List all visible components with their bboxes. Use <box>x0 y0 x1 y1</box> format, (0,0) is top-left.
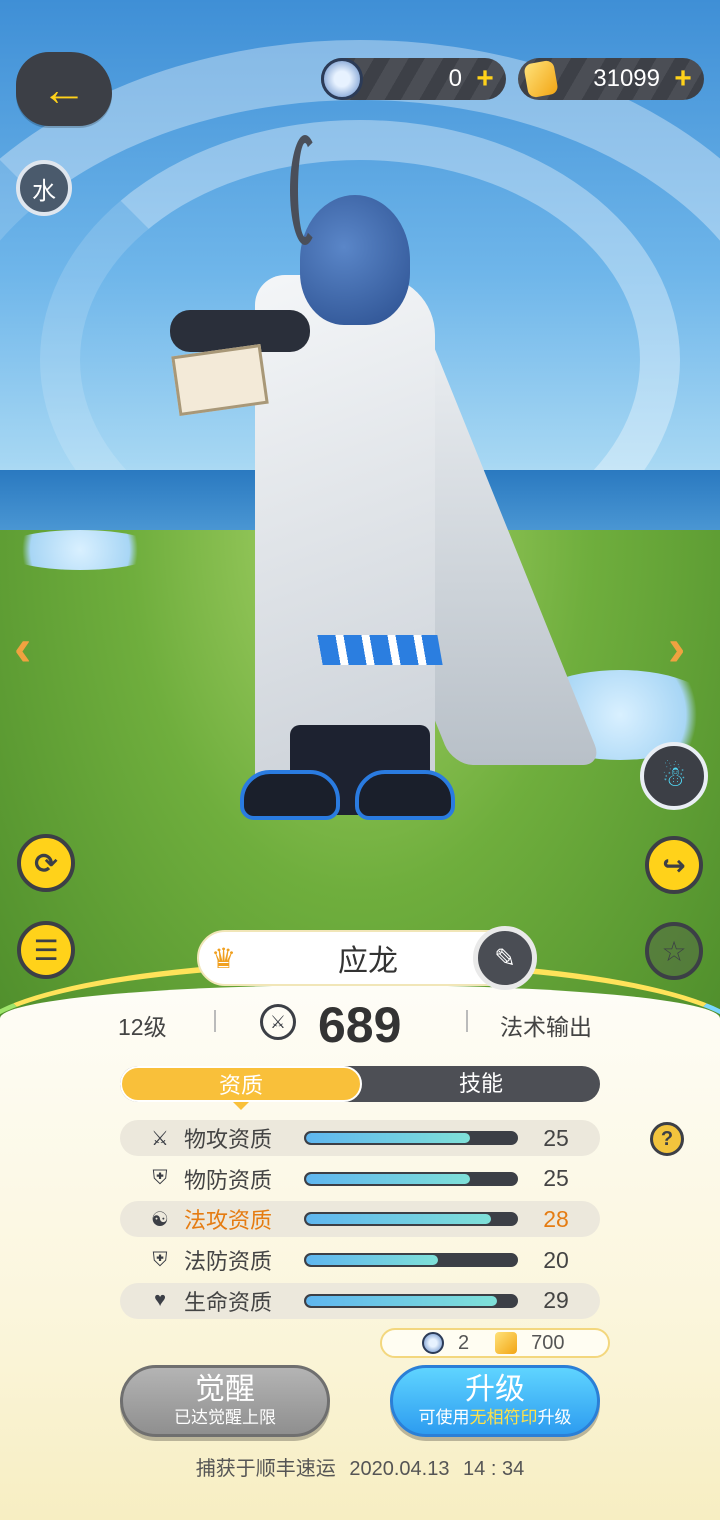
stat-bar-fill <box>306 1255 439 1266</box>
favorite-button[interactable]: ☆ <box>645 922 703 980</box>
stat-bar <box>304 1131 518 1145</box>
stat-bar-fill <box>306 1173 470 1184</box>
stat-row-physical-attack: ⚔ 物攻资质 25 <box>120 1120 600 1156</box>
stat-bar-fill <box>306 1133 470 1143</box>
back-arrow-icon: ← <box>41 63 87 115</box>
pencil-icon: ✎ <box>494 942 516 973</box>
magic-shield-icon: ⛨ <box>152 1248 168 1271</box>
pet-level: 12级 <box>118 1014 167 1040</box>
add-gems-button[interactable]: + <box>470 62 500 96</box>
awaken-button[interactable]: 觉醒 已达觉醒上限 <box>120 1365 330 1437</box>
stat-value: 25 <box>543 1165 569 1192</box>
upgrade-sub-suffix: 升级 <box>537 1408 572 1427</box>
upgrade-button[interactable]: 升级 可使用无相符印升级 <box>390 1365 600 1437</box>
stat-bar <box>304 1293 518 1308</box>
capture-date: 2020.04.13 <box>349 1458 450 1480</box>
add-gold-button[interactable]: + <box>668 62 698 96</box>
tab-skills[interactable]: 技能 <box>362 1066 600 1102</box>
stat-row-magic-attack: ☯ 法攻资质 28 <box>120 1201 600 1238</box>
stat-label: 法防资质 <box>184 1249 273 1275</box>
star-icon: ☆ <box>661 935 687 967</box>
stat-value: 28 <box>543 1205 569 1232</box>
stat-bar <box>304 1171 518 1186</box>
refresh-icon: ⟳ <box>34 847 58 879</box>
combat-power-value: 689 <box>318 997 402 1053</box>
awaken-sublabel: 已达觉醒上限 <box>174 1408 276 1427</box>
gold-cost: 700 <box>531 1331 565 1354</box>
gem-cost: 2 <box>458 1331 470 1354</box>
cat-spirit-icon: ☃ <box>661 760 687 792</box>
gem-count: 0 <box>448 65 462 92</box>
upgrade-sublabel: 可使用无相符印升级 <box>419 1407 572 1429</box>
pet-detail-tabs: 资质 技能 <box>120 1066 600 1110</box>
stat-label: 物攻资质 <box>184 1127 273 1152</box>
pet-character-model[interactable] <box>160 125 603 835</box>
next-pet-arrow[interactable]: › <box>668 618 685 678</box>
stat-row-physical-defense: ⛨ 物防资质 25 <box>120 1161 600 1197</box>
gem-currency-pill: 0 + <box>321 58 506 100</box>
rename-button[interactable]: ✎ <box>473 926 537 990</box>
gold-coin-icon <box>523 59 559 99</box>
stat-label: 生命资质 <box>184 1289 273 1315</box>
gold-count: 31099 <box>593 65 660 92</box>
character-boot-right <box>355 770 455 820</box>
stat-label: 物防资质 <box>184 1167 273 1193</box>
heart-icon: ♥ <box>154 1289 166 1312</box>
capture-info: 捕获于顺丰速运 2020.04.13 14 : 34 <box>0 1452 720 1481</box>
help-button[interactable]: ? <box>650 1122 684 1156</box>
pet-form-button[interactable]: ☃ <box>640 742 708 810</box>
stat-value: 29 <box>543 1287 569 1314</box>
stat-label: 法攻资质 <box>184 1208 273 1234</box>
stat-bar <box>304 1212 518 1227</box>
gold-coin-icon <box>495 1332 518 1354</box>
magic-swirl-icon: ☯ <box>151 1208 169 1231</box>
gem-avatar-icon <box>422 1332 444 1354</box>
awaken-label: 觉醒 <box>195 1373 255 1406</box>
upgrade-label: 升级 <box>465 1373 525 1406</box>
stat-bar <box>304 1253 518 1268</box>
stat-row-magic-defense: ⛨ 法防资质 20 <box>120 1242 600 1278</box>
previous-pet-arrow[interactable]: ‹ <box>14 618 31 678</box>
stat-row-health: ♥ 生命资质 29 <box>120 1282 600 1319</box>
stat-bar-fill <box>306 1295 498 1306</box>
character-boot-left <box>240 770 340 820</box>
character-horn <box>290 135 320 245</box>
gold-currency-pill: 31099 + <box>518 58 704 100</box>
list-icon: ☰ <box>33 934 59 966</box>
shield-icon: ⛨ <box>152 1167 168 1190</box>
share-button[interactable]: ↪ <box>645 836 703 894</box>
stat-bar-fill <box>306 1214 491 1225</box>
upgrade-sub-item: 无相符印 <box>469 1408 538 1427</box>
gem-avatar-icon <box>321 58 363 100</box>
crown-icon: ♛ <box>211 942 237 974</box>
capture-location: 捕获于顺丰速运 <box>195 1458 336 1480</box>
divider <box>466 1010 468 1032</box>
combat-power-icon: ⚔ <box>260 1004 296 1040</box>
back-button[interactable]: ← <box>16 52 112 126</box>
divider <box>214 1010 216 1032</box>
flower-patch <box>0 530 160 570</box>
question-icon: ? <box>660 1127 674 1150</box>
share-icon: ↪ <box>662 849 686 881</box>
tab-aptitude[interactable]: 资质 <box>120 1066 362 1110</box>
character-book <box>171 344 269 416</box>
stat-value: 25 <box>543 1124 569 1151</box>
aptitude-list: ⚔ 物攻资质 25 ⛨ 物防资质 25 ☯ 法攻资质 28 ⛨ 法防资质 20 … <box>120 1120 600 1323</box>
rotate-view-button[interactable]: ⟳ <box>17 834 75 892</box>
pet-role: 法术输出 <box>500 1014 592 1040</box>
water-element-badge[interactable]: 水 <box>16 160 72 216</box>
upgrade-cost: 2 700 <box>380 1328 610 1358</box>
upgrade-sub-prefix: 可使用 <box>418 1408 470 1427</box>
character-arm <box>170 310 310 352</box>
swords-icon: ⚔ <box>151 1127 169 1150</box>
capture-time: 14 : 34 <box>463 1458 525 1480</box>
pet-summary-row: 12级 ⚔ 689 法术输出 <box>0 996 720 1053</box>
stat-value: 20 <box>543 1246 569 1273</box>
character-coat-trim <box>317 635 443 665</box>
menu-list-button[interactable]: ☰ <box>17 921 75 979</box>
